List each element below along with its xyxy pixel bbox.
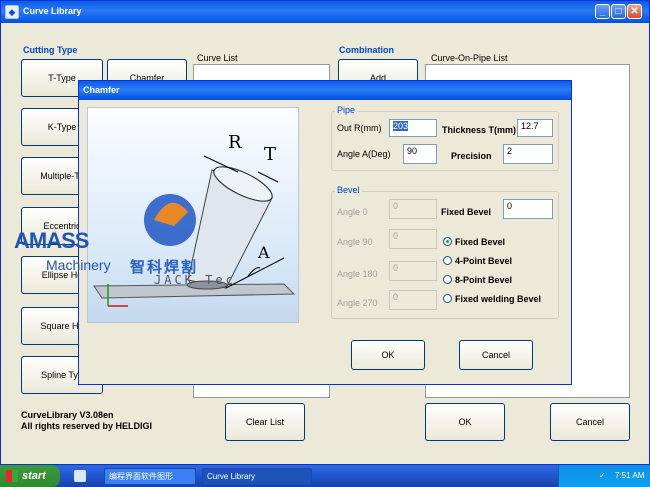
r-label: R (228, 132, 242, 153)
out-r-label: Out R(mm) (337, 123, 382, 133)
precision-input[interactable]: 2 (503, 144, 553, 164)
close-button[interactable]: ✕ (627, 4, 642, 19)
maximize-button[interactable]: □ (611, 4, 626, 19)
main-cancel-button[interactable]: Cancel (550, 403, 630, 441)
minimize-button[interactable]: _ (595, 4, 610, 19)
out-r-value: 203 (393, 121, 409, 131)
a-label: A (257, 243, 270, 262)
taskbar-item-software-label: 编程界面软件图形 (109, 472, 173, 481)
bevel-group-label: Bevel (335, 185, 362, 195)
fixed-bevel-option-label: Fixed Bevel (455, 237, 506, 247)
windows-flag-icon (6, 470, 18, 482)
angle-90-label: Angle 90 (337, 237, 373, 247)
chamfer-diagram-svg: R T A JACK Tec (93, 132, 296, 307)
system-tray: ✓ 7:51 AM (558, 465, 650, 487)
clear-list-button[interactable]: Clear List (225, 403, 305, 441)
eight-point-bevel-label: 8-Point Bevel (455, 275, 513, 285)
taskbar-item-curve-library-label: Curve Library (207, 472, 256, 481)
t-label: T (264, 144, 276, 165)
start-button[interactable]: start (0, 465, 60, 487)
curve-on-pipe-label: Curve-On-Pipe List (431, 53, 508, 63)
taskbar: start 编程界面软件图形 Curve Library EN ✓ 7:51 A… (0, 465, 650, 487)
t-dimension-line (257, 171, 279, 183)
pipe-group-label: Pipe (335, 105, 358, 115)
angle-90-input[interactable]: 0 (389, 229, 437, 249)
watermark-sub: Machinery (46, 257, 111, 273)
angle-0-input[interactable]: 0 (389, 199, 437, 219)
app-icon: ◆ (5, 5, 19, 19)
copyright-text: All rights reserved by HELDIGI (21, 421, 153, 431)
start-label: start (22, 470, 46, 482)
four-point-bevel-radio[interactable] (443, 256, 452, 265)
eight-point-bevel-radio[interactable] (443, 275, 452, 284)
precision-label: Precision (451, 151, 492, 161)
window-title: Curve Library (23, 6, 82, 16)
tray-status-icon[interactable]: ✓ (599, 471, 606, 480)
angle-270-input[interactable]: 0 (389, 290, 437, 310)
chamfer-dialog-title-bar[interactable]: Chamfer (79, 81, 571, 100)
four-point-bevel-label: 4-Point Bevel (455, 256, 513, 266)
fixed-bevel-value-label: Fixed Bevel (441, 207, 492, 217)
chamfer-diagram: R T A JACK Tec (87, 107, 299, 323)
dialog-ok-button[interactable]: OK (351, 340, 425, 370)
watermark-brand: AMASS (14, 228, 89, 253)
angle-180-input[interactable]: 0 (389, 261, 437, 281)
angle-input[interactable]: 90 (403, 144, 437, 164)
dialog-cancel-button[interactable]: Cancel (459, 340, 533, 370)
out-r-input[interactable]: 203 (389, 119, 437, 137)
angle-label: Angle A(Deg) (337, 149, 391, 159)
watermark-cn: 智科焊割 (130, 258, 199, 276)
curve-list-label: Curve List (197, 53, 238, 63)
chamfer-dialog-title: Chamfer (83, 85, 120, 95)
angle-180-label: Angle 180 (337, 269, 378, 279)
version-text: CurveLibrary V3.08en (21, 410, 114, 420)
fixed-welding-bevel-label: Fixed welding Bevel (455, 294, 542, 304)
taskbar-item-software[interactable]: 编程界面软件图形 (104, 468, 196, 485)
chamfer-dialog: Chamfer R T A JACK Tec Pipe Out R(mm) 20… (78, 80, 572, 385)
title-bar[interactable]: ◆ Curve Library _ □ ✕ (1, 1, 649, 23)
fixed-bevel-input[interactable]: 0 (503, 199, 553, 219)
thickness-input[interactable]: 12.7 (517, 119, 553, 137)
thickness-label: Thickness T(mm) (442, 125, 517, 135)
fixed-welding-bevel-radio[interactable] (443, 294, 452, 303)
clock: 7:51 AM (615, 471, 645, 480)
quick-launch-icon[interactable] (74, 470, 86, 482)
cutting-type-label: Cutting Type (23, 45, 78, 55)
taskbar-item-curve-library[interactable]: Curve Library (202, 468, 312, 485)
angle-0-label: Angle 0 (337, 207, 368, 217)
main-ok-button[interactable]: OK (425, 403, 505, 441)
fixed-bevel-radio[interactable] (443, 237, 452, 246)
combination-label: Combination (339, 45, 394, 55)
angle-270-label: Angle 270 (337, 298, 378, 308)
